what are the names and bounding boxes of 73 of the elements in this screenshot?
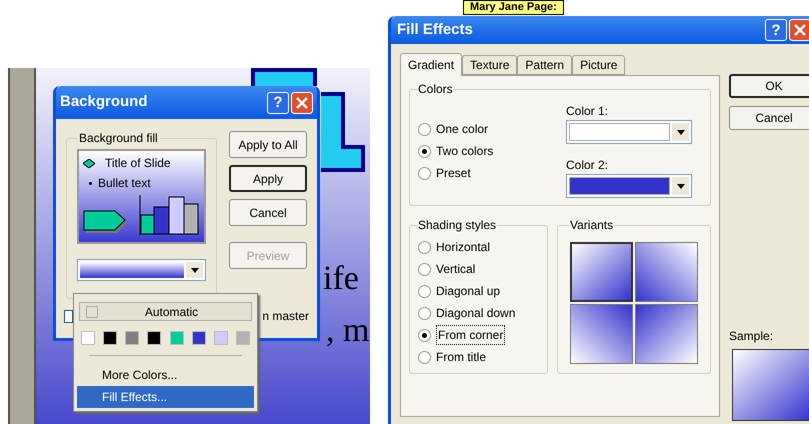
radio-label: Diagonal up [436,283,500,300]
radio-label: Vertical [436,261,476,278]
color-dropdown[interactable] [566,120,692,144]
radio-label: Horizontal [436,239,490,256]
color-label: Color 2: [566,157,610,174]
automatic-swatch-icon [86,306,98,318]
bullet-icon [89,182,92,184]
dialog-button[interactable]: Cancel [729,106,809,130]
gradient-variant[interactable] [570,242,633,302]
fill-dropdown[interactable] [77,259,206,281]
menu-item[interactable]: Fill Effects... [77,386,254,408]
close-icon[interactable] [291,92,313,114]
diamond-icon [83,158,95,168]
automatic-option[interactable]: Automatic [79,302,252,321]
slide-text: ife [323,262,359,296]
group-label: Background fill [78,130,159,147]
radio-label: Two colors [436,143,494,160]
checkbox-label: n master [262,308,309,325]
radio-label: Preset [436,165,471,182]
help-button[interactable]: ? [267,92,289,114]
color-swatch[interactable] [170,331,184,345]
radio-label: From title [436,349,486,366]
color-label: Color 1: [566,103,610,120]
radio-button[interactable] [418,122,431,136]
arrow-shape-icon [83,209,129,235]
radio-button[interactable] [418,166,431,180]
gradient-variant[interactable] [570,304,633,364]
name-tag: Mary Jane Page: [463,0,564,15]
checkbox[interactable] [64,310,74,322]
radio-button[interactable] [418,240,431,254]
radio-button[interactable] [418,328,431,342]
dialog-button[interactable]: Apply [229,165,307,192]
gradient-variant[interactable] [635,304,698,364]
window-title: Background [60,92,149,112]
color-swatch[interactable] [81,331,95,345]
color-dropdown[interactable] [566,174,692,198]
sample-label: Sample: [729,328,774,345]
caret-icon[interactable] [672,177,689,195]
color-swatch[interactable] [236,331,250,345]
caret-icon[interactable] [186,262,203,278]
radio-button[interactable] [418,284,431,298]
help-button[interactable]: ? [765,19,787,41]
tab[interactable]: Pattern [517,55,572,75]
radio-label: Diagonal down [436,305,516,322]
dialog-button[interactable]: OK [729,74,809,98]
tab[interactable]: Picture [572,55,626,75]
caret-icon[interactable] [672,123,689,141]
color-swatch[interactable] [147,331,162,345]
radio-button[interactable] [418,144,431,158]
tab[interactable]: Texture [462,55,518,75]
gradient-variant[interactable] [635,242,698,302]
group-label: Colors [418,81,453,98]
color-swatch[interactable] [125,331,140,345]
close-icon[interactable] [789,19,809,41]
color-swatch[interactable] [214,331,228,345]
window-title: Fill Effects [397,20,474,40]
radio-button[interactable] [418,262,431,276]
dialog-button[interactable]: Apply to All [229,131,307,158]
radio-button[interactable] [418,350,431,364]
preview-bullet: Bullet text [98,175,151,192]
group-label: Shading styles [418,217,496,234]
tab[interactable]: Gradient [400,53,462,76]
preview-title: Title of Slide [105,155,171,172]
dialog-button[interactable]: Cancel [229,199,307,226]
bar-chart-drawing [139,195,199,235]
group-label: Variants [570,217,614,234]
color-swatch[interactable] [192,331,206,345]
slide-text: , m [326,314,370,348]
radio-label: One color [436,121,488,138]
radio-label: From corner [436,325,506,345]
menu-item[interactable]: More Colors... [77,364,254,386]
radio-button[interactable] [418,306,431,320]
color-swatch[interactable] [103,331,118,345]
